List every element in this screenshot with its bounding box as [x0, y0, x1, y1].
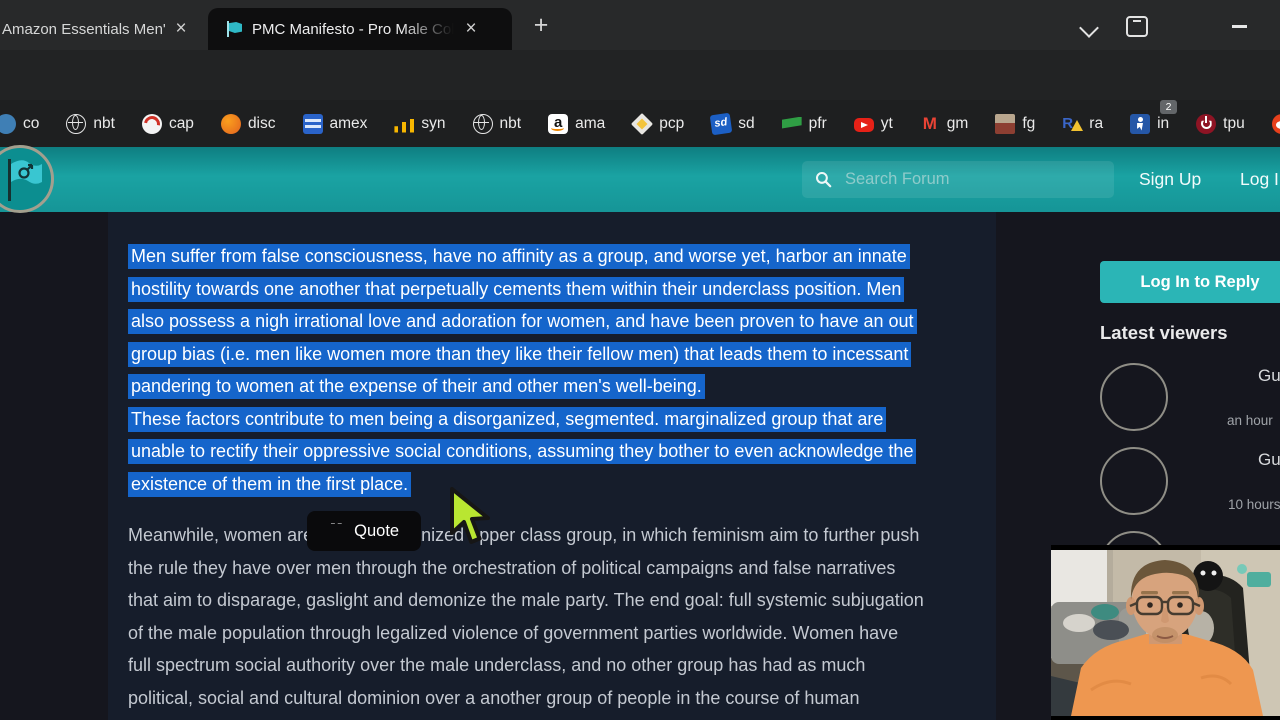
pmc-flag-favicon-icon — [226, 21, 243, 37]
quote-tooltip-button[interactable]: “ Quote — [307, 511, 421, 551]
close-tab-icon[interactable]: × — [460, 18, 482, 40]
bookmark-yt[interactable]: yt — [854, 115, 893, 133]
bookmark-in[interactable]: in — [1130, 114, 1169, 134]
quote-icon: “ — [329, 523, 346, 539]
bookmark-cap[interactable]: cap — [142, 114, 194, 134]
viewer-time: 10 hours — [1228, 497, 1280, 512]
package-cube-icon — [631, 112, 653, 134]
bookmark-pcp[interactable]: pcp — [632, 114, 684, 134]
youtube-icon — [854, 118, 874, 132]
quote-label: Quote — [354, 522, 399, 541]
tab-search-chevron-icon[interactable] — [1079, 18, 1099, 38]
post-text-line-selected: existence of them in the first place. — [128, 468, 917, 501]
ra-letters-icon: R — [1062, 114, 1082, 134]
bookmark-co[interactable]: co — [6, 114, 39, 134]
bookmark-syn[interactable]: syn — [394, 115, 445, 133]
slickdeals-icon: sd — [710, 112, 733, 135]
bookmark-nbt[interactable]: nbt — [66, 114, 115, 134]
viewer-name[interactable]: Gu — [1258, 450, 1280, 470]
viewer-time: an hour — [1227, 413, 1273, 428]
post-text-line: that aim to disparage, gaslight and demo… — [128, 584, 924, 617]
tab-title: Amazon Essentials Men' — [2, 21, 170, 38]
green-flag-icon — [782, 117, 802, 133]
tab-title: PMC Manifesto - Pro Male Coll — [252, 21, 460, 38]
bookmarks-bar: co nbt cap disc amex syn nbt aama pcp sd… — [0, 100, 1280, 147]
reddit-icon — [1272, 114, 1280, 134]
post-text-line-selected: hostility towards one another that perpe… — [128, 273, 917, 306]
gold-bars-icon — [394, 119, 414, 133]
search-input[interactable] — [843, 169, 1087, 190]
amazon-icon: a — [548, 114, 568, 134]
power-button-icon — [1196, 114, 1216, 134]
globe-icon — [66, 114, 86, 134]
sign-up-link[interactable]: Sign Up — [1139, 169, 1201, 190]
post-body: Men suffer from false consciousness, hav… — [128, 240, 917, 500]
address-bar-row: promalecollective.com/d/7-pmc-manifesto … — [0, 50, 1280, 100]
bookmark-amex[interactable]: amex — [303, 114, 368, 134]
post-text-line: Meanwhile, women are a highly organized … — [128, 519, 924, 552]
bookmark-sd[interactable]: sdsd — [711, 114, 754, 134]
bookmark-ama[interactable]: aama — [548, 114, 605, 134]
post-text-line-selected: Men suffer from false consciousness, hav… — [128, 240, 917, 273]
log-in-to-reply-button[interactable]: Log In to Reply — [1100, 261, 1280, 303]
log-in-link[interactable]: Log In — [1240, 169, 1280, 190]
post-text-line: the rule they have over men through the … — [128, 552, 924, 585]
tab-group-icon[interactable] — [1126, 16, 1148, 37]
new-tab-button[interactable]: + — [528, 12, 554, 38]
bookmark-pfr[interactable]: pfr — [782, 115, 827, 133]
post-text-line-selected: unable to rectify their oppressive socia… — [128, 435, 917, 468]
post-text-line: political, social and cultural dominion … — [128, 682, 924, 715]
discover-icon — [221, 114, 241, 134]
post-body-paragraph-2: Meanwhile, women are a highly organized … — [128, 519, 924, 714]
gmail-icon: M — [920, 114, 940, 134]
webcam-overlay — [1051, 545, 1280, 720]
close-tab-icon[interactable]: × — [170, 18, 192, 40]
post-text-line-selected: These factors contribute to men being a … — [128, 403, 917, 436]
viewer-avatar[interactable] — [1100, 447, 1168, 515]
amex-icon — [303, 114, 323, 134]
globe-icon — [473, 114, 493, 134]
photo-thumb-icon — [995, 114, 1015, 134]
search-icon — [814, 170, 833, 189]
bookmark-gm[interactable]: Mgm — [920, 114, 969, 134]
flag-pole — [8, 159, 11, 201]
bookmark-ra[interactable]: Rra — [1062, 114, 1103, 134]
forum-search[interactable] — [802, 161, 1114, 198]
bookmark-nbt2[interactable]: nbt — [473, 114, 522, 134]
person-blue-icon — [1130, 114, 1150, 134]
viewer-avatar[interactable] — [1100, 363, 1168, 431]
post-text-line: full spectrum social authority over the … — [128, 649, 924, 682]
site-favicon-icon — [0, 114, 16, 134]
minimize-button[interactable] — [1232, 25, 1247, 28]
tab-amazon[interactable]: Amazon Essentials Men' × — [0, 8, 205, 50]
viewer-name[interactable]: Gu — [1258, 366, 1280, 386]
tab-pmc-manifesto[interactable]: PMC Manifesto - Pro Male Coll × — [208, 8, 512, 50]
bookmark-fg[interactable]: fg — [995, 114, 1035, 134]
bookmark-disc[interactable]: disc — [221, 114, 276, 134]
bookmark-tpu[interactable]: tpu — [1196, 114, 1245, 134]
post-text-line-selected: pandering to women at the expense of the… — [128, 370, 917, 403]
capital-one-icon — [142, 114, 162, 134]
post-text-line-selected: also possess a nigh irrational love and … — [128, 305, 917, 338]
bookmark-bpc[interactable]: bpc — [1272, 114, 1280, 134]
webcam-scene — [1051, 550, 1280, 716]
tab-strip: Amazon Essentials Men' × PMC Manifesto -… — [0, 0, 1280, 50]
latest-viewers-heading: Latest viewers — [1100, 322, 1228, 344]
post-text-line: of the male population through legalized… — [128, 617, 924, 650]
post-text-line-selected: group bias (i.e. men like women more tha… — [128, 338, 917, 371]
ublock-badge: 2 — [1160, 100, 1177, 114]
